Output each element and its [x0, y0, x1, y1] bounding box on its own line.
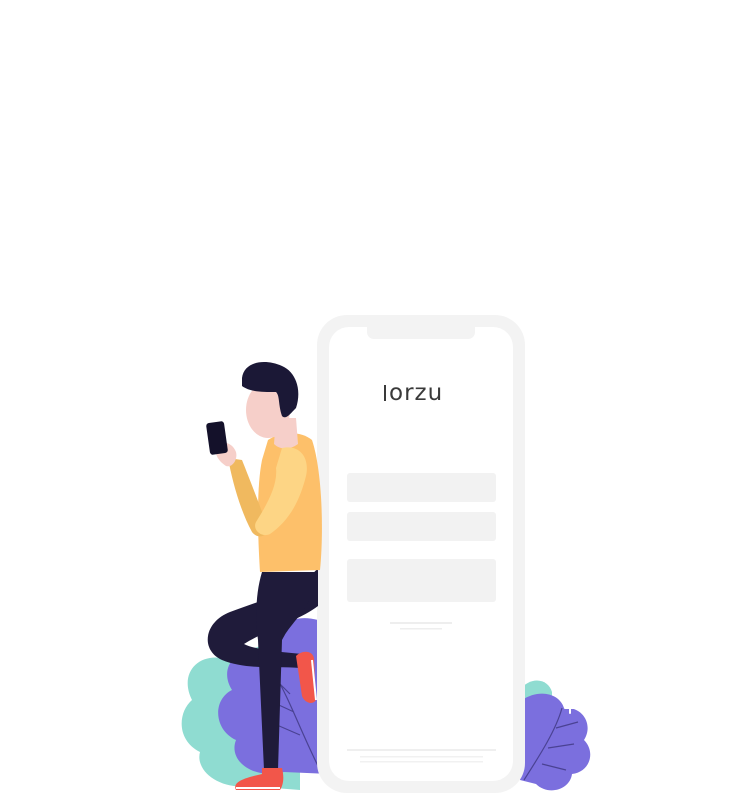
illustration-stage: orzu — [0, 0, 750, 806]
phone-link-line-2 — [400, 628, 442, 630]
phone-link-line-1 — [390, 622, 452, 624]
person-phone — [206, 421, 228, 455]
phone-notch — [367, 327, 475, 339]
leaf-purple-right — [520, 693, 591, 791]
phone-brand-text: orzu — [389, 380, 444, 406]
phone-footer-line-1 — [347, 749, 496, 751]
phone-footer-line-3 — [360, 761, 483, 763]
illustration-svg — [181, 315, 591, 793]
phone-field-password — [347, 512, 496, 541]
phone-button-submit — [347, 559, 496, 602]
phone-footer-line-2 — [360, 756, 483, 758]
phone-field-username — [347, 473, 496, 502]
logo-bar-mark — [384, 385, 386, 401]
phone-brand-logo: orzu — [384, 378, 464, 408]
